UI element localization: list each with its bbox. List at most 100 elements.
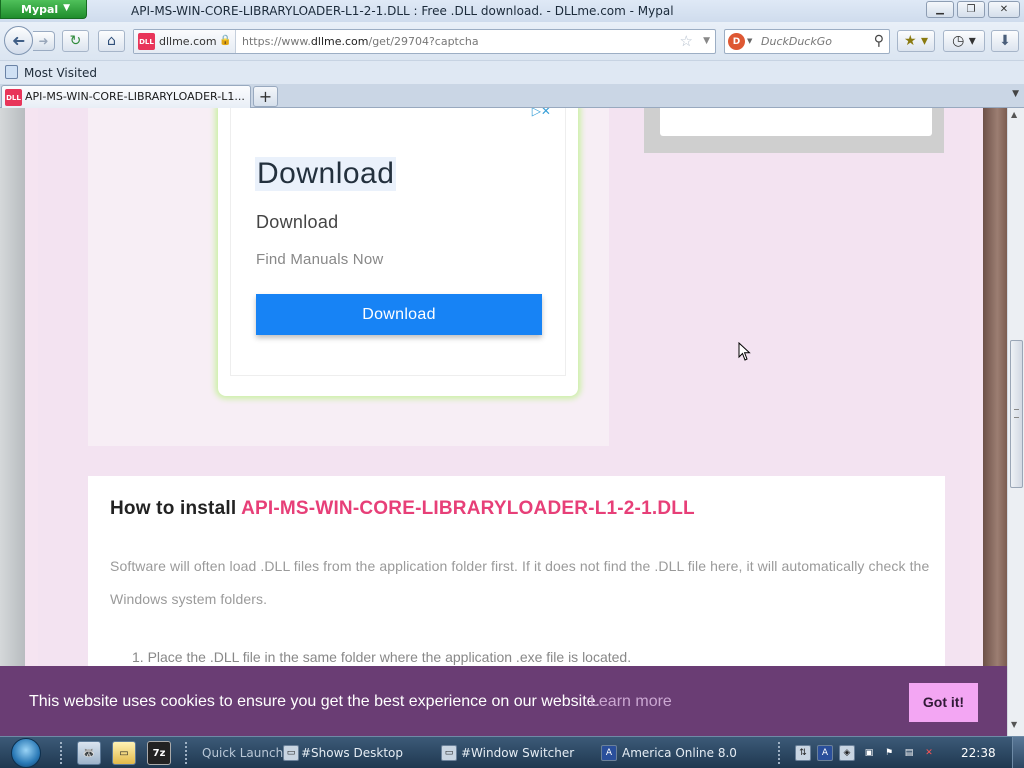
cookie-message: This website uses cookies to ensure you … — [29, 693, 600, 710]
scroll-down-arrow-icon[interactable]: ▼ — [1011, 720, 1017, 729]
tab-label: API-MS-WIN-CORE-LIBRARYLOADER-L1... — [25, 90, 245, 103]
navigation-toolbar: ➜ ➜ ↻ ⌂ DLL dllme.com 🔒 https://www.dllm… — [0, 22, 1024, 60]
aol-taskbar-button[interactable]: America Online 8.0 — [622, 746, 737, 760]
plus-icon: + — [258, 87, 273, 106]
page-body: ▷✕ Download Download Find Manuals Now Do… — [25, 108, 983, 736]
bookmark-star-icon[interactable]: ☆ — [680, 32, 693, 50]
cookie-accept-button[interactable]: Got it! — [909, 683, 978, 722]
tab-favicon-icon: DLL — [5, 89, 22, 106]
back-button[interactable]: ➜ — [4, 26, 33, 55]
ad-title[interactable]: Download — [255, 157, 397, 191]
side-card — [660, 108, 932, 136]
page-viewport: ▷✕ Download Download Find Manuals Now Do… — [0, 108, 1007, 736]
clock[interactable]: 22:38 — [961, 746, 996, 760]
install-paragraph: Software will often load .DLL files from… — [110, 558, 930, 607]
minimize-icon: ▁ — [936, 4, 944, 15]
install-heading-dll-name: API-MS-WIN-CORE-LIBRARYLOADER-L1-2-1.DLL — [241, 498, 695, 519]
windows-logo-icon — [11, 738, 41, 768]
home-icon: ⌂ — [107, 33, 116, 49]
clock-icon: ◷ ▾ — [952, 33, 976, 49]
chevron-down-icon: ▼ — [63, 3, 70, 13]
mouse-cursor-icon — [738, 342, 751, 361]
search-bar[interactable]: D ▼ DuckDuckGo ⚲ — [724, 29, 890, 54]
side-panel — [644, 108, 944, 153]
ad-tagline: Find Manuals Now — [256, 251, 384, 268]
page-background-right — [983, 108, 1007, 736]
url-path: /get/29704?captcha — [368, 35, 479, 48]
restore-button[interactable]: ❐ — [957, 1, 985, 18]
url-history-dropdown-icon[interactable]: ▼ — [703, 36, 710, 46]
vertical-scrollbar[interactable]: ▲ ▼ — [1007, 108, 1024, 736]
reload-button[interactable]: ↻ — [62, 30, 89, 52]
site-identity-button[interactable]: DLL dllme.com 🔒 — [134, 30, 236, 53]
shield-icon[interactable]: ◈ — [839, 745, 855, 761]
show-desktop-button[interactable] — [1012, 737, 1024, 768]
system-tray: ⇅ A ◈ ▣ ⚑ ▤ ✕ 22:38 — [775, 737, 1024, 768]
ad-download-button[interactable]: Download — [256, 294, 542, 335]
window-title: API-MS-WIN-CORE-LIBRARYLOADER-L1-2-1.DLL… — [131, 4, 674, 18]
ad-inner: ▷✕ Download Download Find Manuals Now Do… — [230, 108, 566, 376]
windows-taskbar: 🦝 ▭ 7z Quick Launch ▭ #Shows Desktop ▭ #… — [0, 736, 1024, 768]
raccoon-app-icon[interactable]: 🦝 — [77, 741, 101, 765]
history-button[interactable]: ◷ ▾ — [943, 30, 985, 52]
back-arrow-icon: ➜ — [11, 31, 26, 50]
bookmarks-toolbar: Most Visited — [0, 60, 1024, 84]
tray-aol-icon[interactable]: A — [817, 745, 833, 761]
dll-favicon-icon: DLL — [138, 33, 155, 50]
toolbar-grip[interactable] — [185, 742, 188, 764]
ad-choices-icon[interactable]: ▷✕ — [532, 108, 551, 118]
tray-arrows-icon[interactable]: ⇅ — [795, 745, 811, 761]
new-tab-button[interactable]: + — [253, 86, 278, 107]
url-text[interactable]: https://www.dllme.com/get/29704?captcha — [242, 35, 479, 48]
bookmark-most-visited[interactable]: Most Visited — [24, 66, 97, 80]
quick-launch-label[interactable]: Quick Launch — [202, 746, 283, 760]
folder-icon[interactable]: ▭ — [112, 741, 136, 765]
most-visited-icon — [5, 65, 18, 79]
site-identity-label: dllme.com — [159, 35, 217, 48]
close-button[interactable]: ✕ — [988, 1, 1020, 18]
duckduckgo-icon[interactable]: D — [728, 33, 745, 50]
cookie-learn-more-link[interactable]: Learn more — [590, 693, 672, 711]
tray-generic-icon[interactable]: ▣ — [861, 745, 877, 761]
page-background-left — [0, 108, 25, 736]
install-step-1: 1. Place the .DLL file in the same folde… — [132, 649, 632, 665]
toolbar-grip[interactable] — [60, 742, 63, 764]
forward-button[interactable]: ➜ — [33, 31, 55, 51]
flag-icon[interactable]: ⚑ — [881, 745, 897, 761]
install-heading: How to install API-MS-WIN-CORE-LIBRARYLO… — [110, 498, 695, 520]
download-arrow-icon: ⬇ — [999, 33, 1011, 49]
desktop-icon: ▭ — [283, 745, 299, 761]
network-icon[interactable]: ▤ — [901, 745, 917, 761]
bookmarks-star-icon: ★ ▾ — [903, 33, 929, 49]
url-bar[interactable]: DLL dllme.com 🔒 https://www.dllme.com/ge… — [133, 29, 716, 54]
tab-active[interactable]: DLL API-MS-WIN-CORE-LIBRARYLOADER-L1... — [1, 85, 251, 108]
tab-bar: DLL API-MS-WIN-CORE-LIBRARYLOADER-L1... … — [0, 84, 1024, 108]
url-domain: dllme.com — [310, 35, 369, 48]
shows-desktop-button[interactable]: #Shows Desktop — [301, 746, 403, 760]
close-icon: ✕ — [999, 4, 1009, 15]
window-controls: ▁ ❐ ✕ — [926, 1, 1024, 19]
bookmarks-menu-button[interactable]: ★ ▾ — [897, 30, 935, 52]
scroll-up-arrow-icon[interactable]: ▲ — [1011, 110, 1017, 119]
volume-muted-icon[interactable]: ✕ — [921, 745, 937, 761]
sevenzip-icon[interactable]: 7z — [147, 741, 171, 765]
search-icon[interactable]: ⚲ — [874, 33, 884, 49]
home-button[interactable]: ⌂ — [98, 30, 125, 52]
chevron-down-icon: ▼ — [747, 37, 753, 45]
start-button[interactable] — [6, 737, 46, 768]
app-menu-button[interactable]: Mypal ▼ — [0, 0, 87, 19]
minimize-button[interactable]: ▁ — [926, 1, 954, 18]
reload-icon: ↻ — [69, 33, 82, 49]
cookie-banner: This website uses cookies to ensure you … — [0, 666, 1007, 736]
scrollbar-thumb[interactable] — [1010, 340, 1023, 488]
restore-icon: ❐ — [966, 4, 976, 15]
lock-icon: 🔒 — [219, 35, 232, 46]
window-switcher-button[interactable]: #Window Switcher — [461, 746, 574, 760]
app-menu-label: Mypal — [21, 3, 59, 16]
tray-grip — [778, 742, 781, 764]
downloads-button[interactable]: ⬇ — [991, 30, 1019, 52]
search-placeholder: DuckDuckGo — [761, 35, 832, 48]
ad-card[interactable]: ▷✕ Download Download Find Manuals Now Do… — [218, 108, 578, 396]
content-column: ▷✕ Download Download Find Manuals Now Do… — [38, 108, 970, 736]
tab-list-chevron-icon[interactable]: ▼ — [1012, 89, 1019, 99]
